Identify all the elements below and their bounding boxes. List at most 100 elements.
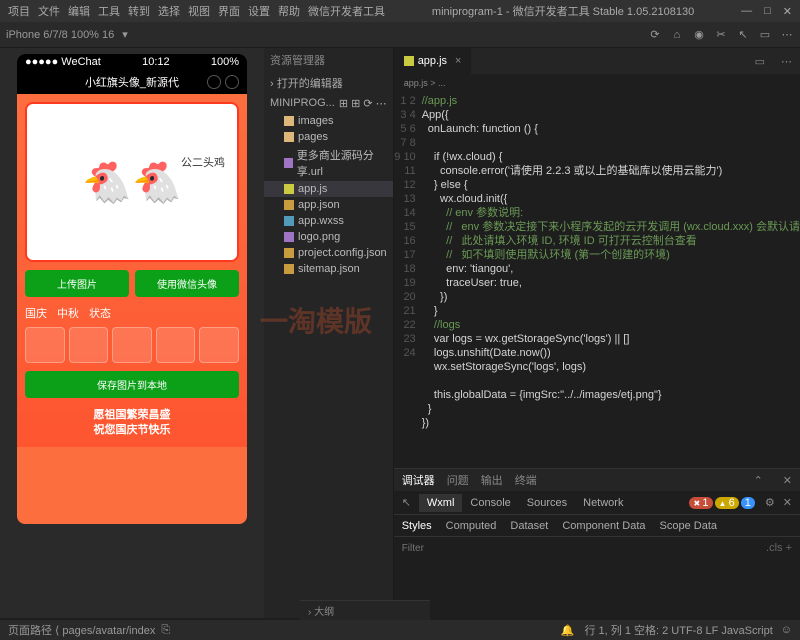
frame-option[interactable] <box>25 327 65 363</box>
menu-item[interactable]: 视图 <box>188 3 210 19</box>
frame-tab[interactable]: 状态 <box>89 305 111 321</box>
card-label: 公二头鸡 <box>181 154 225 170</box>
menu-item[interactable]: 转到 <box>128 3 150 19</box>
frame-tab[interactable]: 国庆 <box>25 305 47 321</box>
menu-item[interactable]: 选择 <box>158 3 180 19</box>
menu-item[interactable]: 帮助 <box>278 3 300 19</box>
eye-icon[interactable]: ◉ <box>692 28 706 42</box>
debug-tab[interactable]: Network <box>575 494 631 512</box>
wechat-avatar-button[interactable]: 使用微信头像 <box>135 270 239 297</box>
close-icon[interactable]: ✕ <box>783 5 792 18</box>
menu-item[interactable]: 界面 <box>218 3 240 19</box>
debug-tab[interactable]: Wxml <box>419 494 463 512</box>
close-icon[interactable]: ✕ <box>783 496 792 509</box>
styles-tab[interactable]: Computed <box>446 520 497 532</box>
file-item[interactable]: project.config.json <box>264 245 393 261</box>
file-item[interactable]: logo.png <box>264 229 393 245</box>
styles-tab[interactable]: Dataset <box>510 520 548 532</box>
home-icon[interactable]: ⌂ <box>670 28 684 42</box>
tab-app-js[interactable]: app.js× <box>394 48 472 74</box>
maximize-icon[interactable]: □ <box>764 5 771 18</box>
warning-badge[interactable]: ▲ 6 <box>715 497 739 509</box>
editor-tabs: app.js× ▭ ⋯ <box>394 48 800 74</box>
device-icon[interactable]: ▭ <box>758 28 772 42</box>
upload-button[interactable]: 上传图片 <box>25 270 129 297</box>
explorer-actions[interactable]: ⊞ ⊞ ⟳ ⋯ <box>339 97 387 110</box>
open-editors-section[interactable]: › 打开的编辑器 <box>264 72 393 94</box>
window-controls: — □ ✕ <box>741 5 792 18</box>
styles-tab[interactable]: Styles <box>402 520 432 532</box>
menu-item[interactable]: 文件 <box>38 3 60 19</box>
cls-toggle[interactable]: .cls + <box>766 542 792 554</box>
cut-icon[interactable]: ✂ <box>714 28 728 42</box>
editor-panel: app.js× ▭ ⋯ app.js > ... 1 2 3 4 5 6 7 8… <box>394 48 800 618</box>
time-label: 10:12 <box>142 56 170 68</box>
frame-tabs: 国庆中秋状态 <box>25 305 239 321</box>
minimize-icon[interactable]: — <box>741 5 752 18</box>
gear-icon[interactable]: ⚙ <box>765 496 775 509</box>
more-icon[interactable]: ⋯ <box>773 55 800 68</box>
pointer-icon[interactable]: ↖ <box>736 28 750 42</box>
file-item[interactable]: images <box>264 113 393 129</box>
info-badge[interactable]: 1 <box>741 497 755 509</box>
panel-tab[interactable]: 终端 <box>515 472 537 488</box>
menu-item[interactable]: 微信开发者工具 <box>308 3 385 19</box>
frame-option[interactable] <box>69 327 109 363</box>
file-item[interactable]: app.json <box>264 197 393 213</box>
device-selector[interactable]: iPhone 6/7/8 100% 16 <box>6 29 114 41</box>
panel-tab[interactable]: 问题 <box>447 472 469 488</box>
project-root[interactable]: MINIPROG...⊞ ⊞ ⟳ ⋯ <box>264 94 393 113</box>
page-path[interactable]: 页面路径 ⟨ pages/avatar/index <box>8 622 155 638</box>
inspect-icon[interactable]: ↖ <box>402 496 411 509</box>
avatar-card: 🐔🐔 公二头鸡 <box>25 102 239 262</box>
explorer-title: 资源管理器 <box>264 48 393 72</box>
more-icon[interactable]: ⋯ <box>780 28 794 42</box>
debug-tab[interactable]: Console <box>462 494 518 512</box>
menu-icon[interactable] <box>207 75 221 89</box>
file-item[interactable]: app.js <box>264 181 393 197</box>
line-numbers: 1 2 3 4 5 6 7 8 9 10 11 12 13 14 15 16 1… <box>394 92 422 468</box>
frame-tab[interactable]: 中秋 <box>57 305 79 321</box>
error-badge[interactable]: ✖ 1 <box>689 497 712 509</box>
close-icon[interactable]: ✕ <box>783 474 792 487</box>
styles-tab[interactable]: Component Data <box>562 520 645 532</box>
status-bar: 页面路径 ⟨ pages/avatar/index ⎘ 🔔 行 1, 列 1 空… <box>0 620 800 640</box>
frame-option[interactable] <box>156 327 196 363</box>
status-right[interactable]: 行 1, 列 1 空格: 2 UTF-8 LF JavaScript <box>584 622 772 638</box>
frame-option[interactable] <box>199 327 239 363</box>
menu-item[interactable]: 项目 <box>8 3 30 19</box>
wish-text-1: 愿祖国繁荣昌盛 <box>25 408 239 423</box>
copy-icon[interactable]: ⎘ <box>161 624 170 637</box>
refresh-icon[interactable]: ⟳ <box>648 28 662 42</box>
file-item[interactable]: app.wxss <box>264 213 393 229</box>
file-item[interactable]: pages <box>264 129 393 145</box>
file-item[interactable]: 更多商业源码分享.url <box>264 145 393 181</box>
breadcrumb[interactable]: app.js > ... <box>394 74 800 92</box>
panel-tab[interactable]: 调试器 <box>402 472 435 488</box>
collapse-icon[interactable]: ⌃ <box>754 474 763 487</box>
menu-item[interactable]: 设置 <box>248 3 270 19</box>
file-item[interactable]: sitemap.json <box>264 261 393 277</box>
frame-option[interactable] <box>112 327 152 363</box>
chevron-down-icon[interactable]: ▾ <box>122 28 128 41</box>
outline-section[interactable]: › 大纲 <box>300 600 430 620</box>
simulator-panel: ●●●●● WeChat 10:12 100% 小红旗头像_新源代 🐔🐔 公二头… <box>0 48 264 618</box>
close-tab-icon[interactable]: × <box>455 55 461 67</box>
feedback-icon[interactable]: ☺ <box>781 624 792 636</box>
panel-tab[interactable]: 输出 <box>481 472 503 488</box>
chicken-image: 🐔🐔 <box>82 159 182 206</box>
page-title: 小红旗头像_新源代 <box>85 74 179 90</box>
menu-item[interactable]: 编辑 <box>68 3 90 19</box>
filter-input[interactable] <box>402 543 766 554</box>
code-content[interactable]: //app.js App({ onLaunch: function () { i… <box>422 92 800 468</box>
save-button[interactable]: 保存图片到本地 <box>25 371 239 398</box>
menu-item[interactable]: 工具 <box>98 3 120 19</box>
close-capsule-icon[interactable] <box>225 75 239 89</box>
menu-bar: 项目文件编辑工具转到选择视图界面设置帮助微信开发者工具 <box>8 3 385 19</box>
notification-icon[interactable]: 🔔 <box>561 624 575 637</box>
toolbar: iPhone 6/7/8 100% 16 ▾ ⟳ ⌂ ◉ ✂ ↖ ▭ ⋯ <box>0 22 800 48</box>
phone-preview: ●●●●● WeChat 10:12 100% 小红旗头像_新源代 🐔🐔 公二头… <box>17 54 247 524</box>
debug-tab[interactable]: Sources <box>519 494 575 512</box>
styles-tab[interactable]: Scope Data <box>660 520 717 532</box>
split-icon[interactable]: ▭ <box>747 55 773 68</box>
